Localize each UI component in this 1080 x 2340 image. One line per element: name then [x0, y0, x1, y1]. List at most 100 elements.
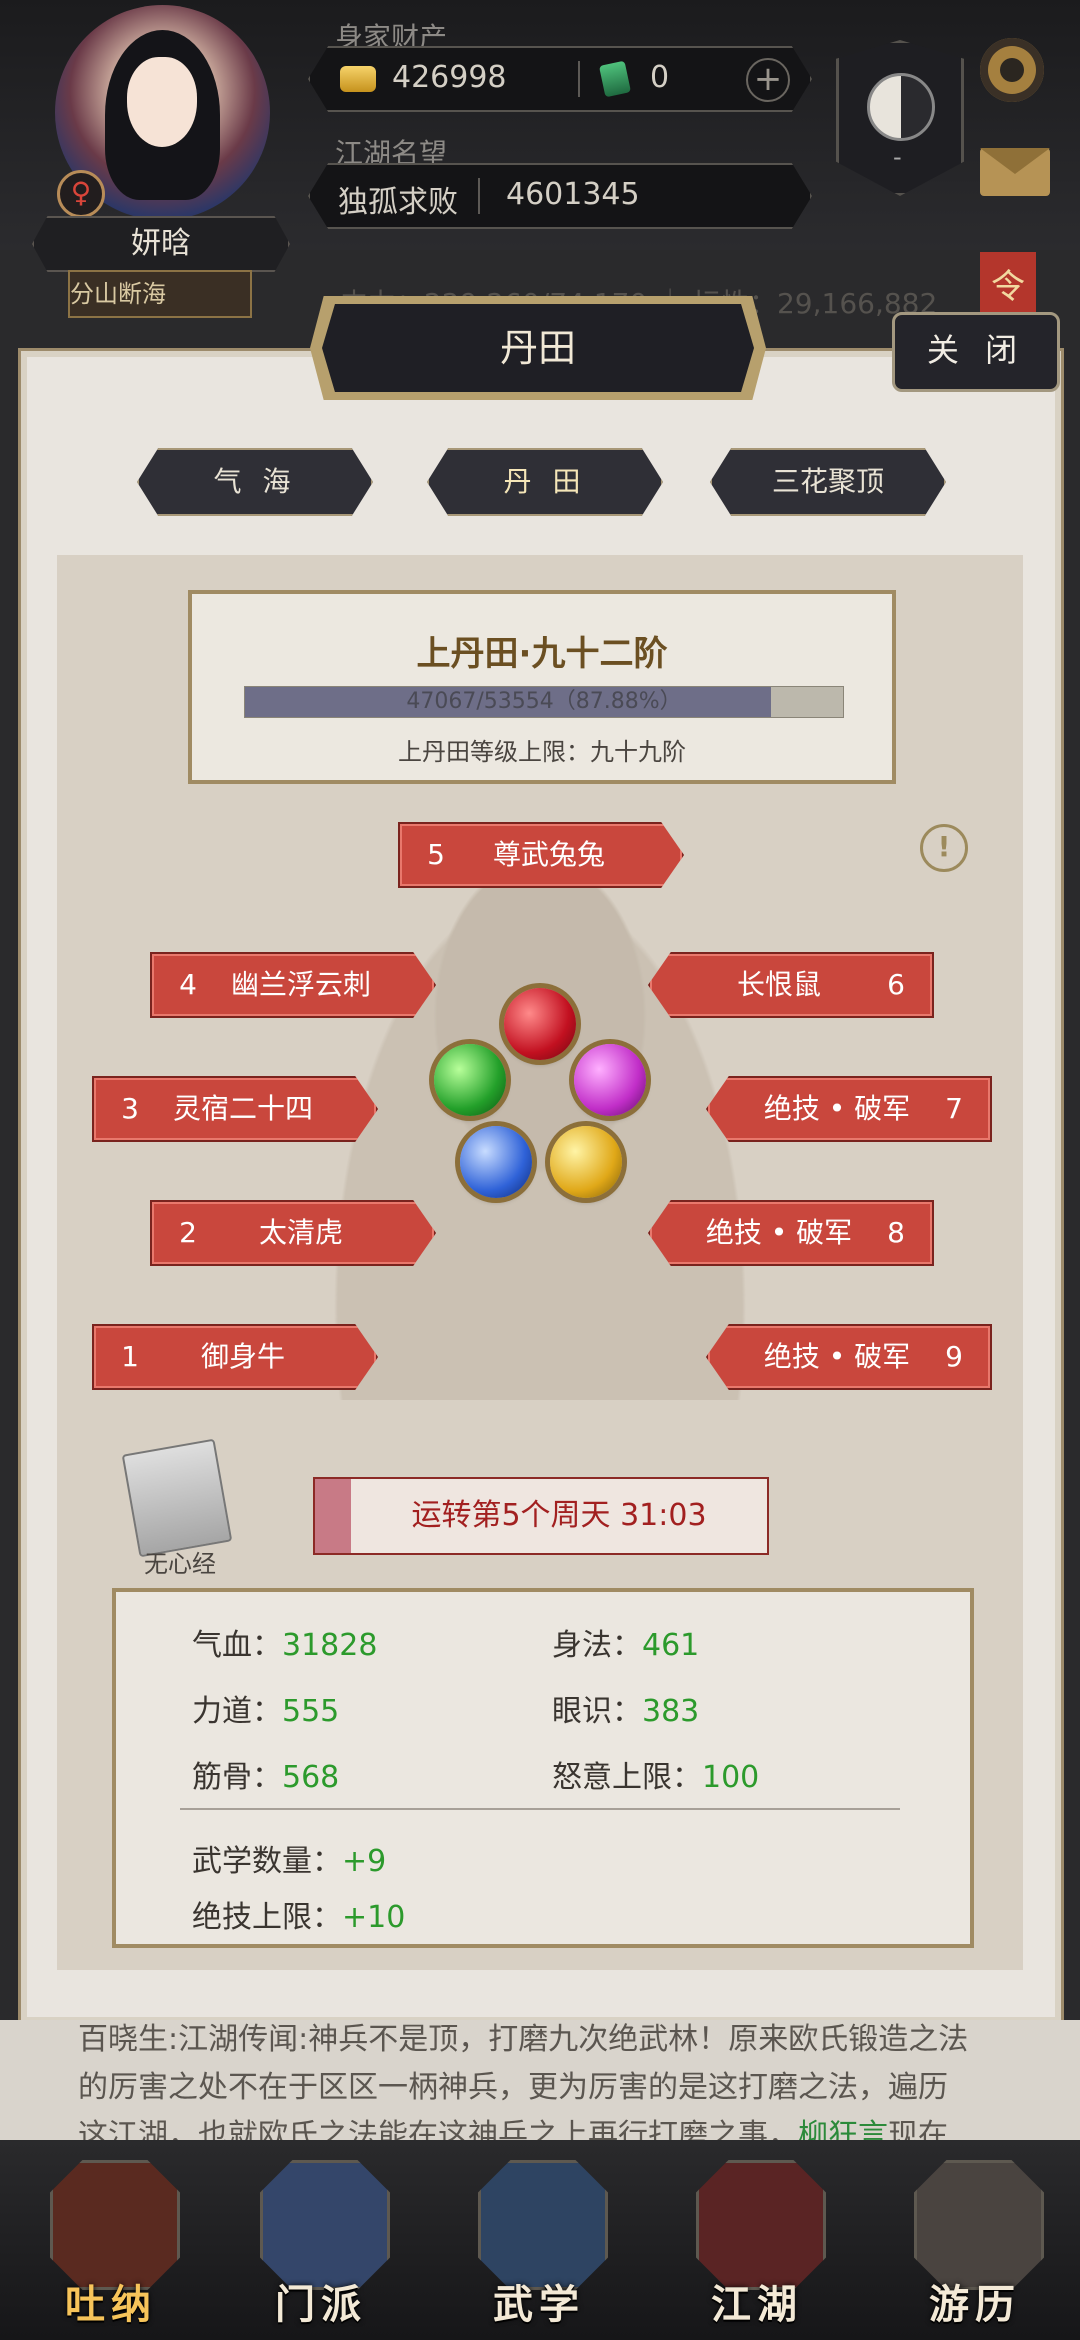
- add-currency-button[interactable]: +: [746, 58, 790, 102]
- slot-number: 9: [945, 1340, 963, 1373]
- red-gem-icon[interactable]: [504, 988, 576, 1060]
- player-title-badge[interactable]: 分山断海: [68, 270, 252, 318]
- attr-label: 怒意上限：: [552, 1760, 702, 1795]
- gold-ingot-icon: [340, 66, 376, 92]
- nav-wuxue[interactable]: 武学: [464, 2160, 614, 2330]
- attr-value: 568: [282, 1760, 340, 1795]
- attr-value: +9: [342, 1844, 387, 1879]
- nav-label: 游历: [929, 2282, 1021, 2328]
- attr-value: 31828: [282, 1628, 378, 1663]
- fame-rank: 独孤求败: [338, 185, 458, 220]
- attr-wuxue: 武学数量：+9: [192, 1836, 386, 1880]
- attribute-box: 气血：31828 身法：461 力道：555 眼识：383 筋骨：568 怒意上…: [112, 1588, 974, 1948]
- attr-label: 气血：: [192, 1628, 282, 1663]
- manual-book-icon[interactable]: [121, 1438, 233, 1558]
- divider: [478, 178, 480, 214]
- mail-envelope-icon[interactable]: [980, 148, 1050, 196]
- attr-jueji: 绝技上限：+10: [192, 1892, 405, 1936]
- menpai-icon: [260, 2160, 390, 2290]
- fame-value: 4601345: [506, 177, 640, 212]
- attr-label: 绝技上限：: [192, 1900, 342, 1935]
- slot-number: 7: [945, 1092, 963, 1125]
- settings-gear-icon[interactable]: [980, 38, 1044, 102]
- yinyang-icon: [867, 73, 935, 141]
- nav-jianghu[interactable]: 江湖: [682, 2160, 832, 2330]
- purple-gem-icon[interactable]: [574, 1044, 646, 1116]
- nav-tuna[interactable]: 吐纳: [36, 2160, 186, 2330]
- skill-slot-3[interactable]: 3 灵宿二十四: [92, 1076, 378, 1142]
- attr-label: 眼识：: [552, 1694, 642, 1729]
- chat-line: 的厉害之处不在于区区一柄神兵，更为厉害的是这打磨之法，遍历: [78, 2070, 948, 2105]
- skill-slot-2[interactable]: 2 太清虎: [150, 1200, 436, 1266]
- yinyang-badge-text: -: [893, 143, 902, 171]
- close-button[interactable]: 关 闭: [892, 312, 1060, 392]
- nav-label: 武学: [493, 2282, 585, 2328]
- divider: [578, 61, 580, 97]
- cultivation-progress-fill: [315, 1479, 351, 1553]
- fame-bar: 独孤求败 4601345: [308, 163, 812, 229]
- jade-amount: 0: [650, 60, 670, 95]
- level-cap-text: 上丹田等级上限：九十九阶: [398, 738, 686, 766]
- slot-label: 绝技 • 破军: [705, 1216, 853, 1249]
- yellow-gem-icon[interactable]: [550, 1126, 622, 1198]
- attr-label: 筋骨：: [192, 1760, 282, 1795]
- slot-number: 5: [427, 838, 445, 871]
- jade-icon: [598, 60, 632, 98]
- nav-label: 江湖: [711, 2282, 803, 2328]
- slot-number: 2: [179, 1216, 197, 1249]
- slot-label: 灵宿二十四: [172, 1092, 313, 1125]
- avatar-face: [127, 57, 197, 147]
- nav-menpai[interactable]: 门派: [246, 2160, 396, 2330]
- gender-female-icon: ♀: [57, 170, 105, 218]
- level-box: 上丹田·九十二阶 47067/53554（87.88%） 上丹田等级上限：九十九…: [188, 590, 896, 784]
- tuna-icon: [50, 2160, 180, 2290]
- skill-slot-1[interactable]: 1 御身牛: [92, 1324, 378, 1390]
- skill-slot-5[interactable]: 5 尊武兔兔: [398, 822, 684, 888]
- attr-label: 身法：: [552, 1628, 642, 1663]
- attr-value: 555: [282, 1694, 340, 1729]
- attr-jingu: 筋骨：568: [192, 1752, 339, 1796]
- cultivation-text: 运转第5个周天 31:03: [411, 1498, 707, 1533]
- nav-label: 门派: [275, 2282, 367, 2328]
- skill-slot-8[interactable]: 8 绝技 • 破军: [648, 1200, 934, 1266]
- chat-message: 百晓生:江湖传闻:神兵不是顶，打磨九次绝武林！原来欧氏锻造之法 的厉害之处不在于…: [78, 2016, 1018, 2160]
- nav-youli[interactable]: 游历: [900, 2160, 1050, 2330]
- attr-value: +10: [342, 1900, 406, 1935]
- tab-sanhua-juding[interactable]: 三花聚顶: [710, 448, 946, 516]
- chat-line: 百晓生:江湖传闻:神兵不是顶，打磨九次绝武林！原来欧氏锻造之法: [78, 2022, 969, 2057]
- tab-qihai[interactable]: 气 海: [137, 448, 373, 516]
- manual-label: 无心经: [144, 1550, 216, 1578]
- attr-lidao: 力道：555: [192, 1686, 339, 1730]
- level-title: 上丹田·九十二阶: [416, 634, 668, 674]
- attr-shenfa: 身法：461: [552, 1620, 699, 1664]
- slot-label: 幽兰浮云刺: [230, 968, 371, 1001]
- progress-text: 47067/53554（87.88%）: [406, 689, 682, 714]
- slot-label: 太清虎: [258, 1216, 343, 1249]
- attr-value: 383: [642, 1694, 700, 1729]
- panel-title: 丹田: [322, 304, 754, 392]
- skill-slot-9[interactable]: 9 绝技 • 破军: [706, 1324, 992, 1390]
- attr-value: 100: [702, 1760, 760, 1795]
- skill-slot-6[interactable]: 6 长恨鼠: [648, 952, 934, 1018]
- cultivation-timer[interactable]: 运转第5个周天 31:03: [313, 1477, 769, 1555]
- attr-qixue: 气血：31828: [192, 1620, 377, 1664]
- attr-label: 武学数量：: [192, 1844, 342, 1879]
- player-name: 妍晗: [32, 216, 290, 272]
- attr-value: 461: [642, 1628, 700, 1663]
- slot-label: 御身牛: [200, 1340, 285, 1373]
- skill-slot-7[interactable]: 7 绝技 • 破军: [706, 1076, 992, 1142]
- jianghu-hat-icon: [696, 2160, 826, 2290]
- slot-label: 绝技 • 破军: [763, 1340, 911, 1373]
- youli-horse-icon: [914, 2160, 1044, 2290]
- attr-label: 力道：: [192, 1694, 282, 1729]
- info-icon[interactable]: !: [920, 824, 968, 872]
- skill-slot-4[interactable]: 4 幽兰浮云刺: [150, 952, 436, 1018]
- tab-dantian[interactable]: 丹 田: [427, 448, 663, 516]
- slot-number: 3: [121, 1092, 139, 1125]
- green-gem-icon[interactable]: [434, 1044, 506, 1116]
- gold-amount: 426998: [392, 60, 507, 95]
- blue-gem-icon[interactable]: [460, 1126, 532, 1198]
- slot-number: 1: [121, 1340, 139, 1373]
- slot-label: 尊武兔兔: [492, 838, 605, 871]
- nav-label: 吐纳: [65, 2282, 157, 2328]
